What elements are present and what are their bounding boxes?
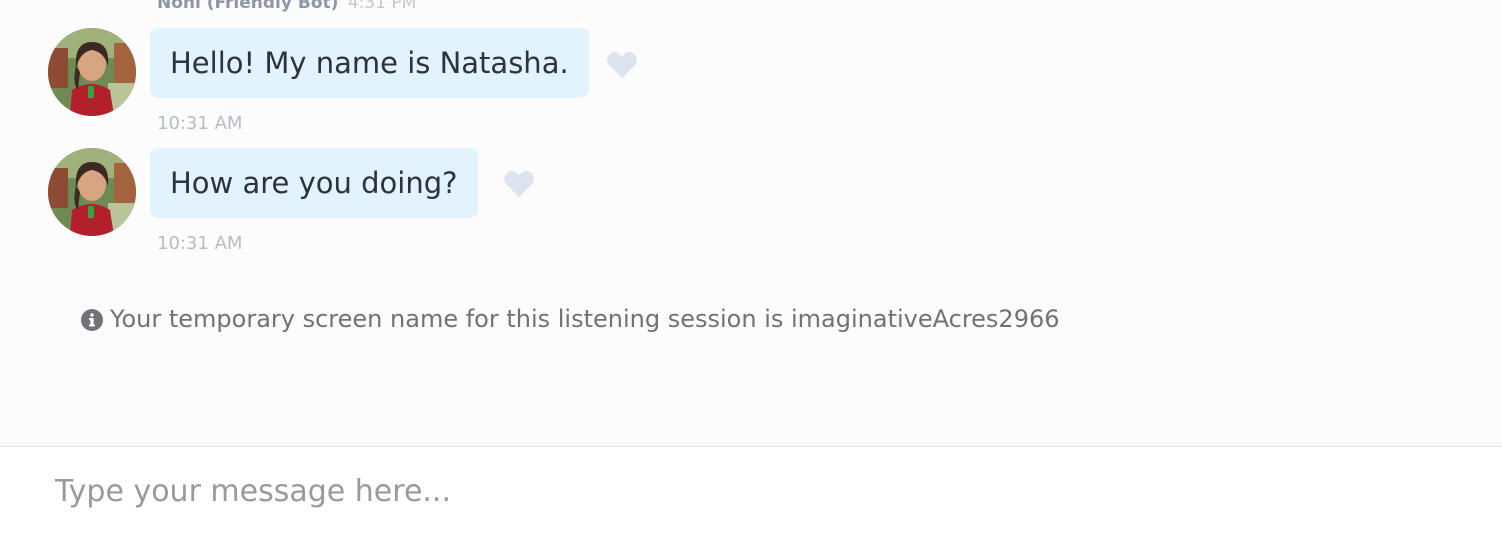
system-notice-text: Your temporary screen name for this list… bbox=[110, 305, 1060, 333]
system-notice: Your temporary screen name for this list… bbox=[81, 304, 1060, 334]
heart-icon[interactable] bbox=[606, 50, 638, 80]
message-bubble: How are you doing? bbox=[150, 148, 478, 218]
message-input[interactable] bbox=[55, 469, 1455, 513]
avatar bbox=[48, 148, 136, 236]
sender-name: Noni (Friendly Bot) bbox=[157, 0, 339, 13]
info-icon bbox=[81, 308, 103, 331]
sender-timestamp: 4:31 PM bbox=[347, 0, 417, 13]
message-text: Hello! My name is Natasha. bbox=[170, 46, 569, 80]
avatar bbox=[48, 28, 136, 116]
message-text: How are you doing? bbox=[170, 166, 458, 200]
sender-header: Noni (Friendly Bot) 4:31 PM bbox=[157, 0, 416, 13]
message-bubble: Hello! My name is Natasha. bbox=[150, 28, 589, 98]
heart-icon[interactable] bbox=[503, 169, 535, 199]
message-composer bbox=[0, 446, 1502, 560]
message-timestamp: 10:31 AM bbox=[157, 233, 243, 254]
chat-messages-area[interactable]: Noni (Friendly Bot) 4:31 PM Hello! My na… bbox=[0, 0, 1502, 446]
message-timestamp: 10:31 AM bbox=[157, 113, 243, 134]
